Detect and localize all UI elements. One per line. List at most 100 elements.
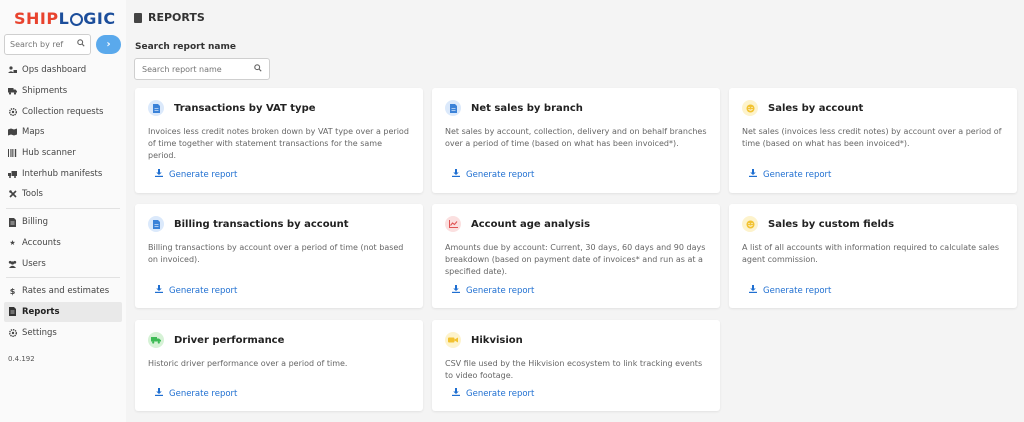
- generate-report-label: Generate report: [466, 169, 535, 180]
- sidebar-item-collection-requests[interactable]: Collection requests: [0, 101, 126, 122]
- generate-report-link[interactable]: Generate report: [452, 169, 534, 180]
- generate-report-label: Generate report: [169, 388, 238, 399]
- report-card: Driver performance Historic driver perfo…: [135, 320, 423, 411]
- report-description: Billing transactions by account over a p…: [148, 243, 404, 264]
- sidebar-item-label: Settings: [22, 327, 57, 338]
- generate-report-link[interactable]: Generate report: [452, 285, 534, 296]
- sidebar-search-input[interactable]: [10, 40, 72, 49]
- report-title: Driver performance: [174, 334, 285, 346]
- sidebar: SHIPLGIC › Ops dashboard Shipments Colle…: [0, 0, 126, 422]
- sidebar-search-box: [4, 34, 91, 55]
- sidebar-item-label: Rates and estimates: [22, 286, 110, 297]
- sidebar-item-label: Ops dashboard: [22, 65, 87, 76]
- dollar-icon: $: [9, 286, 16, 296]
- report-card-header: Sales by custom fields: [742, 216, 894, 232]
- report-card-header: Account age analysis: [445, 216, 590, 232]
- sidebar-item-ops-dashboard[interactable]: Ops dashboard: [0, 60, 126, 81]
- generate-report-link[interactable]: Generate report: [749, 285, 831, 296]
- report-title: Sales by custom fields: [768, 218, 895, 230]
- report-description: Amounts due by account: Current, 30 days…: [445, 243, 706, 276]
- generate-report-link[interactable]: Generate report: [155, 169, 237, 180]
- report-description: A list of all accounts with information …: [742, 243, 1000, 264]
- app-version: 0.4.192: [8, 355, 35, 363]
- download-icon: [155, 388, 163, 399]
- sidebar-search-go-button[interactable]: ›: [96, 35, 121, 54]
- report-search-box: [134, 58, 270, 80]
- search-report-label: Search report name: [135, 42, 236, 52]
- map-icon: [8, 128, 17, 137]
- sidebar-item-label: Accounts: [22, 237, 61, 248]
- report-card-header: Net sales by branch: [445, 100, 583, 116]
- report-card-header: Sales by account: [742, 100, 863, 116]
- sidebar-item-rates-and-estimates[interactable]: $ Rates and estimates: [0, 281, 126, 302]
- report-title: Transactions by VAT type: [174, 102, 316, 114]
- generate-report-link[interactable]: Generate report: [452, 388, 534, 399]
- sidebar-item-label: Hub scanner: [22, 148, 76, 159]
- report-title: Hikvision: [471, 334, 523, 346]
- report-description: Historic driver performance over a perio…: [148, 359, 348, 368]
- report-description: Net sales (invoices less credit notes) b…: [742, 127, 1002, 148]
- file-icon: [134, 12, 142, 23]
- shiplogic-logo[interactable]: SHIP L GIC: [14, 7, 116, 29]
- search-icon: [254, 63, 262, 75]
- generate-report-label: Generate report: [169, 169, 238, 180]
- truck-icon: [148, 332, 164, 348]
- sidebar-divider: [6, 207, 120, 209]
- generate-report-label: Generate report: [466, 388, 535, 399]
- sidebar-item-reports[interactable]: Reports: [4, 301, 122, 323]
- report-title: Billing transactions by account: [174, 218, 349, 230]
- sidebar-nav: Ops dashboard Shipments Collection reque…: [0, 60, 126, 343]
- report-search-input[interactable]: [142, 64, 252, 74]
- sidebar-item-accounts[interactable]: ★ Accounts: [0, 233, 126, 254]
- report-card-header: Billing transactions by account: [148, 216, 349, 232]
- generate-report-link[interactable]: Generate report: [155, 388, 237, 399]
- report-description: Net sales by account, collection, delive…: [445, 127, 707, 148]
- download-icon: [452, 285, 460, 296]
- sidebar-item-label: Shipments: [22, 86, 68, 97]
- report-card: Account age analysis Amounts due by acco…: [432, 204, 720, 308]
- report-card: Billing transactions by account Billing …: [135, 204, 423, 308]
- file-icon: [148, 100, 164, 116]
- sidebar-divider: [6, 276, 120, 278]
- chart-icon: [445, 216, 461, 232]
- generate-report-label: Generate report: [763, 285, 832, 296]
- report-card: Sales by custom fields A list of all acc…: [729, 204, 1017, 308]
- download-icon: [155, 285, 163, 296]
- truck-loading-icon: [8, 169, 17, 178]
- sidebar-item-shipments[interactable]: Shipments: [0, 81, 126, 102]
- users-icon: [8, 259, 17, 268]
- video-camera-icon: [445, 332, 461, 348]
- page-title: REPORTS: [134, 11, 205, 24]
- sidebar-item-billing[interactable]: Billing: [0, 212, 126, 233]
- chevron-right-icon: ›: [106, 39, 111, 50]
- sidebar-item-hub-scanner[interactable]: Hub scanner: [0, 143, 126, 164]
- barcode-icon: [8, 149, 17, 158]
- download-icon: [749, 169, 757, 180]
- page-title-text: REPORTS: [148, 11, 205, 24]
- report-description: Invoices less credit notes broken down b…: [148, 127, 409, 160]
- report-card: Sales by account Net sales (invoices les…: [729, 88, 1017, 193]
- sidebar-item-interhub-manifests[interactable]: Interhub manifests: [0, 163, 126, 184]
- file-icon: [148, 216, 164, 232]
- sidebar-item-tools[interactable]: Tools: [0, 184, 126, 205]
- generate-report-link[interactable]: Generate report: [749, 169, 831, 180]
- report-title: Account age analysis: [471, 218, 591, 230]
- report-card-header: Transactions by VAT type: [148, 100, 316, 116]
- sidebar-item-label: Maps: [22, 127, 45, 138]
- generate-report-label: Generate report: [169, 285, 238, 296]
- tools-icon: [8, 190, 17, 199]
- logo-o-ring: [69, 12, 83, 26]
- sidebar-item-users[interactable]: Users: [0, 253, 126, 274]
- users-icon: [8, 66, 17, 75]
- report-card: Transactions by VAT type Invoices less c…: [135, 88, 423, 193]
- sidebar-item-label: Reports: [22, 306, 60, 317]
- report-description: CSV file used by the Hikvision ecosystem…: [445, 359, 703, 380]
- file-icon: [8, 307, 17, 317]
- smile-icon: [742, 100, 758, 116]
- generate-report-link[interactable]: Generate report: [155, 285, 237, 296]
- sidebar-item-label: Interhub manifests: [22, 168, 103, 179]
- download-icon: [749, 285, 757, 296]
- sidebar-item-settings[interactable]: Settings: [0, 322, 126, 343]
- sidebar-item-maps[interactable]: Maps: [0, 122, 126, 143]
- report-card-header: Hikvision: [445, 332, 523, 348]
